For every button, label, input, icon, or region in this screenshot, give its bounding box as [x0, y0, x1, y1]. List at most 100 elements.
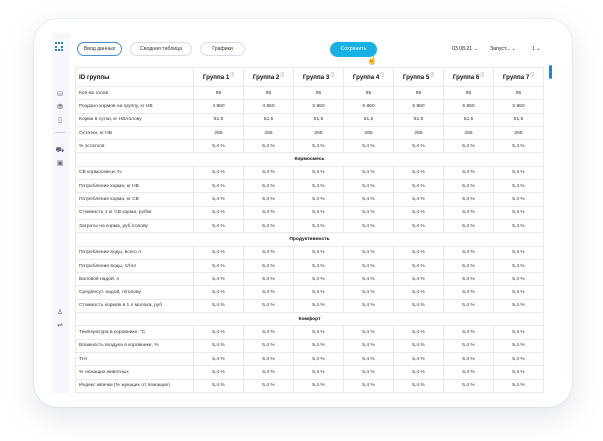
value-cell[interactable]: 5,4 %	[393, 205, 444, 220]
value-cell[interactable]: 5,4 %	[343, 365, 394, 380]
value-cell[interactable]: 5,4 %	[393, 285, 444, 300]
value-cell[interactable]: 5,4 %	[443, 218, 494, 234]
value-cell[interactable]: 5,4 %	[293, 165, 344, 181]
value-cell[interactable]: 5,4 %	[243, 139, 294, 154]
column-header-group[interactable]: Группа 4ⓘ	[343, 67, 394, 87]
column-header-group[interactable]: Группа 5ⓘ	[393, 67, 444, 87]
value-cell[interactable]: 5,4 %	[393, 365, 444, 380]
value-cell[interactable]: 5,4 %	[193, 165, 244, 181]
value-cell[interactable]: 5,4 %	[443, 365, 494, 380]
value-cell[interactable]: 5,4 %	[293, 285, 344, 300]
save-button[interactable]: Сохранить	[330, 42, 377, 57]
info-icon[interactable]: ⓘ	[230, 73, 234, 77]
value-cell[interactable]: 5,4 %	[293, 179, 344, 194]
info-icon[interactable]: ⓘ	[480, 73, 484, 77]
value-cell[interactable]: 95	[343, 85, 394, 101]
value-cell[interactable]: 5,4 %	[343, 298, 394, 314]
value-cell[interactable]: 5,4 %	[293, 192, 344, 207]
value-cell[interactable]: 5 860	[443, 99, 494, 114]
value-cell[interactable]: 265	[343, 125, 394, 141]
value-cell[interactable]: 5,4 %	[493, 139, 544, 154]
value-cell[interactable]: 5,4 %	[243, 298, 294, 314]
value-cell[interactable]: 5,4 %	[293, 298, 344, 314]
value-cell[interactable]: 5,4 %	[293, 378, 344, 393]
value-cell[interactable]: 5,4 %	[293, 218, 344, 234]
value-cell[interactable]: 5,4 %	[293, 139, 344, 154]
value-cell[interactable]: 5,4 %	[393, 165, 444, 181]
value-cell[interactable]: 5,4 %	[243, 378, 294, 393]
value-cell[interactable]: 5,4 %	[443, 258, 494, 274]
value-cell[interactable]: 5,4 %	[293, 245, 344, 260]
value-cell[interactable]: 5 860	[293, 99, 344, 114]
value-cell[interactable]: 51,5	[443, 112, 494, 127]
value-cell[interactable]: 5,4 %	[443, 298, 494, 314]
value-cell[interactable]: 5,4 %	[443, 192, 494, 207]
cow-icon[interactable]: ⛁	[55, 91, 65, 99]
value-cell[interactable]: 5,4 %	[493, 285, 544, 300]
value-cell[interactable]: 4 860	[243, 99, 294, 114]
value-cell[interactable]: 5,4 %	[343, 351, 394, 367]
value-cell[interactable]: 5,4 %	[493, 165, 544, 181]
column-header-group[interactable]: Группа 2ⓘ	[243, 67, 294, 87]
value-cell[interactable]: 5,4 %	[393, 139, 444, 154]
value-cell[interactable]: 5,4 %	[393, 378, 444, 393]
value-cell[interactable]: 5,4 %	[493, 205, 544, 220]
value-cell[interactable]: 5,4 %	[443, 179, 494, 194]
value-cell[interactable]: 5,4 %	[343, 338, 394, 353]
value-cell[interactable]: 5,4 %	[443, 351, 494, 367]
value-cell[interactable]: 5,4 %	[243, 365, 294, 380]
value-cell[interactable]: 5,4 %	[393, 338, 444, 353]
value-cell[interactable]: 5,4 %	[343, 272, 394, 287]
launch-select[interactable]: Запуст... ⌄	[490, 45, 516, 53]
page-select[interactable]: 1 ⌄	[532, 45, 541, 53]
value-cell[interactable]: 51,5	[193, 112, 244, 127]
value-cell[interactable]: 5,4 %	[493, 218, 544, 234]
value-cell[interactable]: 95	[193, 85, 244, 101]
value-cell[interactable]: 5,4 %	[393, 272, 444, 287]
value-cell[interactable]: 5,4 %	[243, 285, 294, 300]
value-cell[interactable]: 5,4 %	[243, 325, 294, 340]
value-cell[interactable]: 5,4 %	[193, 258, 244, 274]
value-cell[interactable]: 5,4 %	[243, 165, 294, 181]
value-cell[interactable]: 5,4 %	[343, 325, 394, 340]
logo-grid-icon[interactable]	[55, 42, 65, 52]
value-cell[interactable]: 5,4 %	[193, 365, 244, 380]
value-cell[interactable]: 5,4 %	[443, 378, 494, 393]
value-cell[interactable]: 5,4 %	[293, 205, 344, 220]
value-cell[interactable]: 5,4 %	[193, 218, 244, 234]
value-cell[interactable]: 5,4 %	[193, 285, 244, 300]
value-cell[interactable]: 5,4 %	[193, 139, 244, 154]
value-cell[interactable]: 5,4 %	[343, 165, 394, 181]
value-cell[interactable]: 5,4 %	[293, 365, 344, 380]
value-cell[interactable]: 265	[293, 125, 344, 141]
value-cell[interactable]: 51,5	[293, 112, 344, 127]
chart-icon[interactable]: ▣	[55, 160, 65, 168]
value-cell[interactable]: 51,5	[493, 112, 544, 127]
date-select[interactable]: 03.08.21 ⌄	[452, 45, 478, 53]
value-cell[interactable]: 5,4 %	[193, 179, 244, 194]
value-cell[interactable]: 5,4 %	[393, 351, 444, 367]
value-cell[interactable]: 5,4 %	[243, 272, 294, 287]
value-cell[interactable]: 5,4 %	[243, 218, 294, 234]
info-icon[interactable]: ⓘ	[430, 73, 434, 77]
info-icon[interactable]: ⓘ	[280, 73, 284, 77]
vertical-scrollbar[interactable]	[549, 65, 552, 79]
info-icon[interactable]: ⓘ	[380, 73, 384, 77]
value-cell[interactable]: 5,4 %	[443, 245, 494, 260]
value-cell[interactable]: 51,5	[393, 112, 444, 127]
value-cell[interactable]: 5,4 %	[343, 258, 394, 274]
value-cell[interactable]: 5,4 %	[343, 218, 394, 234]
column-header-group[interactable]: Группа 1ⓘ	[193, 67, 244, 87]
value-cell[interactable]: 5,4 %	[193, 351, 244, 367]
bottle-icon[interactable]: ▯	[55, 117, 65, 125]
tab-data-entry[interactable]: Ввод данных	[77, 42, 122, 56]
value-cell[interactable]: 5,4 %	[393, 298, 444, 314]
value-cell[interactable]: 5,4 %	[293, 351, 344, 367]
value-cell[interactable]: 5,4 %	[393, 325, 444, 340]
value-cell[interactable]: 5,4 %	[493, 272, 544, 287]
value-cell[interactable]: 95	[293, 85, 344, 101]
value-cell[interactable]: 5,4 %	[343, 192, 394, 207]
value-cell[interactable]: 5,4 %	[343, 378, 394, 393]
value-cell[interactable]: 95	[443, 85, 494, 101]
value-cell[interactable]: 265	[493, 125, 544, 141]
